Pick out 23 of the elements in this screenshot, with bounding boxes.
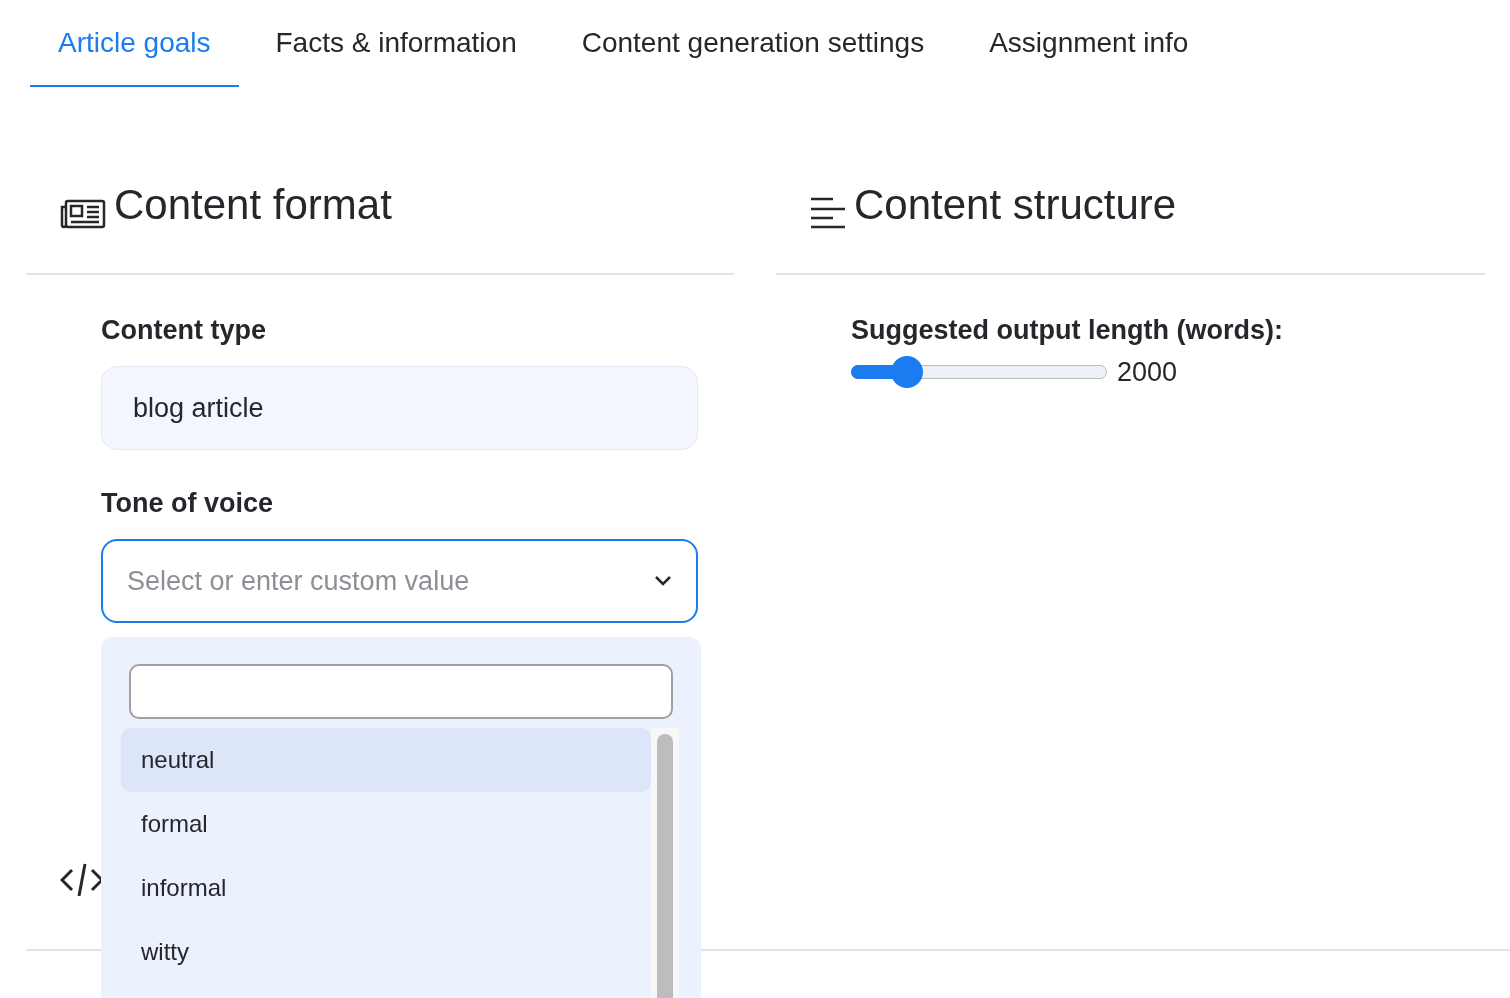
tab[interactable]: Content generation settings [553, 0, 953, 87]
dropdown-option[interactable]: formal [121, 792, 651, 856]
slider-value: 2000 [1117, 356, 1178, 388]
field-label: Suggested output length (words): [851, 315, 1284, 346]
dropdown-option[interactable]: witty [121, 920, 651, 984]
section-title: Content format [114, 181, 392, 229]
align-left-icon [810, 197, 846, 229]
newspaper-icon [60, 199, 106, 229]
section-title: Content structure [854, 181, 1177, 229]
chevron-down-icon [654, 575, 672, 587]
field-label: Content type [101, 315, 267, 346]
field-label: Tone of voice [101, 488, 275, 519]
slider[interactable] [851, 356, 1107, 388]
slider-thumb[interactable] [891, 356, 924, 388]
content-type-field[interactable]: blog article [101, 366, 698, 450]
tab[interactable]: Facts & information [247, 0, 545, 87]
code-icon [60, 862, 104, 898]
scrollbar[interactable] [651, 728, 679, 998]
dropdown-option[interactable]: neutral [121, 728, 651, 792]
search-field[interactable] [129, 664, 673, 719]
tab[interactable]: Assignment info [961, 0, 1217, 87]
dropdown-option[interactable]: informal [121, 856, 651, 920]
tab[interactable]: Article goals [30, 0, 239, 87]
